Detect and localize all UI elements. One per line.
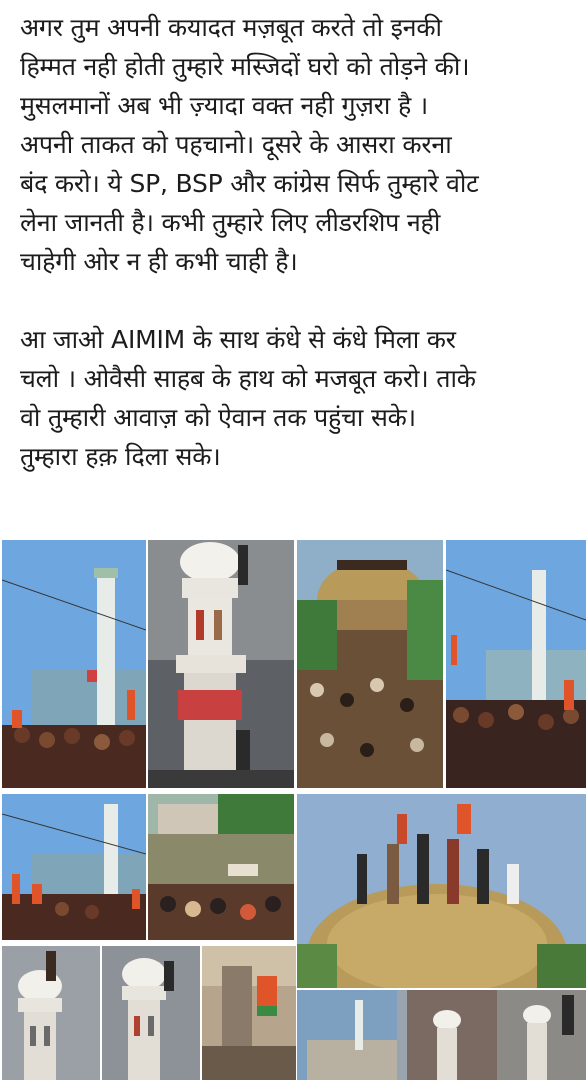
photo-men-on-dome[interactable] bbox=[297, 794, 586, 988]
text-line: बंद करो। ये SP, BSP और कांग्रेस सिर्फ तु… bbox=[20, 169, 479, 198]
photo-man-on-minaret[interactable] bbox=[148, 540, 294, 788]
text-line: हिम्मत नही होती तुम्हारे मस्जिदों घरो को… bbox=[20, 52, 470, 81]
text-line: चलो । ओवैसी साहब के हाथ को मजबूत करो। ता… bbox=[20, 364, 476, 393]
photo-minaret-flags[interactable] bbox=[2, 794, 146, 940]
text-line: अपनी ताकत को पहचानो। दूसरे के आसरा करना bbox=[20, 130, 452, 159]
photo-collage[interactable] bbox=[0, 538, 586, 1080]
text-line: अगर तुम अपनी कयादत मज़बूत करते तो इनकी bbox=[20, 13, 442, 42]
text-line: लेना जानती है। कभी तुम्हारे लिए लीडरशिप … bbox=[20, 208, 441, 237]
photo-white-minaret-1[interactable] bbox=[2, 946, 100, 1080]
photo-demolition-strip[interactable] bbox=[297, 990, 586, 1080]
photo-crowd-banner[interactable] bbox=[148, 794, 294, 940]
text-line: तुम्हारा हक़ दिला सके। bbox=[20, 442, 221, 471]
post-text: अगर तुम अपनी कयादत मज़बूत करते तो इनकी ह… bbox=[20, 8, 580, 476]
text-line: आ जाओ AIMIM के साथ कंधे से कंधे मिला कर bbox=[20, 325, 456, 354]
photo-white-minaret-2[interactable] bbox=[102, 946, 200, 1080]
text-line: चाहेगी ओर न ही कभी चाही है। bbox=[20, 247, 298, 276]
text-line: मुसलमानों अब भी ज़्यादा वक्त नही गुज़रा … bbox=[20, 91, 429, 120]
photo-minaret-crowd-2[interactable] bbox=[446, 540, 586, 788]
text-line: वो तुम्हारी आवाज़ को ऐवान तक पहुंचा सके। bbox=[20, 403, 416, 432]
photo-crowd-on-dome[interactable] bbox=[297, 540, 443, 788]
photo-minaret-crowd[interactable] bbox=[2, 540, 146, 788]
photo-tower-flag[interactable] bbox=[202, 946, 296, 1080]
